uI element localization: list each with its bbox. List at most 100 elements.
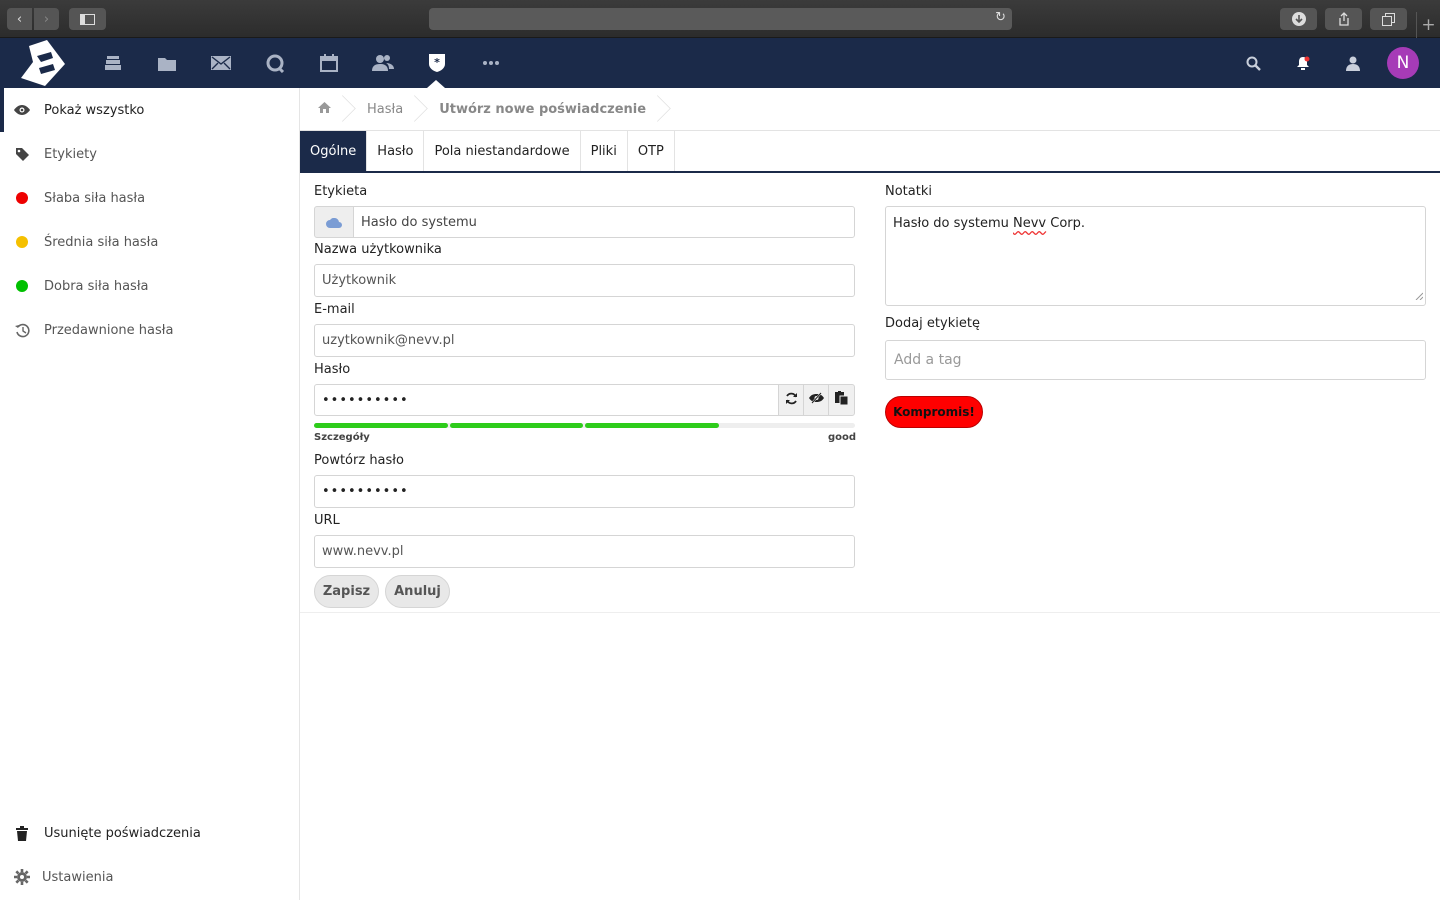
notes-field-label: Notatki xyxy=(885,184,932,199)
username-field-label: Nazwa użytkownika xyxy=(314,242,442,257)
search-icon[interactable] xyxy=(1242,52,1264,74)
forward-icon[interactable]: › xyxy=(34,8,59,30)
sidebar-item-label: Usunięte poświadczenia xyxy=(44,825,201,841)
sidebar: Pokaż wszystko Etykiety Słaba siła hasła… xyxy=(0,88,300,900)
email-input[interactable]: uzytkownik@nevv.pl xyxy=(314,324,855,357)
notes-textarea[interactable]: Hasło do systemu Nevv Corp. xyxy=(885,206,1426,306)
gear-icon xyxy=(14,869,30,885)
browser-nav: ‹ › xyxy=(7,8,59,30)
notes-text: Corp. xyxy=(1046,216,1086,231)
user-avatar[interactable]: N xyxy=(1387,47,1419,79)
dashboard-icon[interactable] xyxy=(102,52,124,74)
resize-handle-icon[interactable] xyxy=(1415,289,1424,304)
downloads-icon[interactable] xyxy=(1280,8,1317,30)
strength-segment xyxy=(314,423,448,428)
url-input[interactable]: www.nevv.pl xyxy=(314,535,855,568)
eye-icon xyxy=(14,102,30,118)
sidebar-item-good-strength[interactable]: Dobra siła hasła xyxy=(0,264,299,308)
sidebar-item-weak-strength[interactable]: Słaba siła hasła xyxy=(0,176,299,220)
url-field-label: URL xyxy=(314,513,340,528)
tab-general[interactable]: Ogólne xyxy=(300,131,368,171)
green-dot-icon xyxy=(14,278,30,294)
username-input[interactable]: Użytkownik xyxy=(314,264,855,297)
breadcrumb: Hasła Utwórz nowe poświadczenie xyxy=(300,88,1440,131)
breadcrumb-home[interactable] xyxy=(300,88,349,131)
tab-files[interactable]: Pliki xyxy=(581,131,628,171)
tab-password[interactable]: Hasło xyxy=(367,131,425,171)
breadcrumb-label: Hasła xyxy=(367,101,404,117)
cloud-icon xyxy=(326,213,342,232)
share-icon[interactable] xyxy=(1325,8,1362,30)
save-button[interactable]: Zapisz xyxy=(314,575,379,608)
repeat-password-input[interactable]: •••••••••• xyxy=(314,475,855,508)
sidebar-toggle-icon[interactable] xyxy=(69,8,106,30)
calendar-icon[interactable] xyxy=(318,52,340,74)
cancel-button[interactable]: Anuluj xyxy=(385,575,450,608)
sidebar-item-label: Dobra siła hasła xyxy=(44,278,149,294)
tag-icon xyxy=(14,146,30,162)
app-logo[interactable] xyxy=(17,40,69,86)
contacts-menu-icon[interactable] xyxy=(1342,52,1364,74)
files-icon[interactable] xyxy=(156,52,178,74)
new-tab-icon[interactable]: + xyxy=(1416,12,1440,38)
clipboard-icon xyxy=(835,391,849,409)
sidebar-item-medium-strength[interactable]: Średnia siła hasła xyxy=(0,220,299,264)
password-input[interactable]: •••••••••• xyxy=(314,384,780,416)
talk-icon[interactable] xyxy=(264,52,286,74)
repeat-password-field-label: Powtórz hasło xyxy=(314,453,404,468)
svg-text:*: * xyxy=(434,56,440,69)
sidebar-item-tags[interactable]: Etykiety xyxy=(0,132,299,176)
tag-input-placeholder: Add a tag xyxy=(894,352,962,368)
home-icon xyxy=(318,101,331,117)
eye-slash-icon xyxy=(808,392,824,408)
compromise-button[interactable]: Kompromis! xyxy=(885,396,983,428)
yellow-dot-icon xyxy=(14,234,30,250)
history-icon xyxy=(14,322,30,338)
sidebar-item-label: Przedawnione hasła xyxy=(44,322,174,338)
sidebar-item-show-all[interactable]: Pokaż wszystko xyxy=(0,88,299,132)
tag-field-label: Dodaj etykietę xyxy=(885,316,980,331)
passwords-icon[interactable]: * xyxy=(426,52,448,74)
breadcrumb-label: Utwórz nowe poświadczenie xyxy=(439,101,647,117)
sidebar-item-label: Pokaż wszystko xyxy=(44,102,145,118)
sidebar-item-deleted[interactable]: Usunięte poświadczenia xyxy=(0,811,299,855)
strength-segment xyxy=(450,423,583,428)
label-input[interactable]: Hasło do systemu xyxy=(353,206,855,238)
tab-custom-fields[interactable]: Pola niestandardowe xyxy=(424,131,581,171)
sidebar-item-label: Etykiety xyxy=(44,146,97,162)
browser-toolbar: ‹ › ↻ + xyxy=(0,0,1440,38)
strength-details-link[interactable]: Szczegóły xyxy=(314,432,370,443)
back-icon[interactable]: ‹ xyxy=(7,8,32,30)
mail-icon[interactable] xyxy=(210,52,232,74)
copy-password-button[interactable] xyxy=(828,384,855,416)
tabs-overview-icon[interactable] xyxy=(1370,8,1407,30)
email-field-label: E-mail xyxy=(314,302,355,317)
strength-segment xyxy=(585,423,719,428)
reload-icon[interactable]: ↻ xyxy=(995,10,1006,25)
sidebar-item-settings[interactable]: Ustawienia xyxy=(0,855,299,899)
sidebar-item-label: Średnia siła hasła xyxy=(44,234,159,250)
strength-text: good xyxy=(828,432,857,443)
toggle-visibility-button[interactable] xyxy=(803,384,829,416)
sidebar-item-label: Słaba siła hasła xyxy=(44,190,146,206)
notifications-icon[interactable] xyxy=(1292,52,1314,74)
contacts-icon[interactable] xyxy=(372,52,394,74)
tag-input[interactable]: Add a tag xyxy=(885,340,1426,380)
refresh-icon xyxy=(785,392,798,409)
tab-bar: Ogólne Hasło Pola niestandardowe Pliki O… xyxy=(300,131,1440,173)
address-bar[interactable]: ↻ xyxy=(429,8,1012,30)
notes-text-misspelled: Nevv xyxy=(1013,216,1047,231)
trash-icon xyxy=(14,825,30,841)
breadcrumb-passwords[interactable]: Hasła xyxy=(349,88,421,131)
tab-otp[interactable]: OTP xyxy=(628,131,675,171)
sidebar-item-expired[interactable]: Przedawnione hasła xyxy=(0,308,299,352)
password-field-label: Hasło xyxy=(314,362,351,377)
generate-password-button[interactable] xyxy=(778,384,804,416)
notes-text: Hasło do systemu xyxy=(893,216,1014,231)
icon-picker[interactable] xyxy=(314,206,354,238)
app-header: * N xyxy=(0,38,1440,88)
red-dot-icon xyxy=(14,190,30,206)
sidebar-item-label: Ustawienia xyxy=(42,869,114,885)
breadcrumb-current: Utwórz nowe poświadczenie xyxy=(421,88,664,131)
more-icon[interactable] xyxy=(480,52,502,74)
